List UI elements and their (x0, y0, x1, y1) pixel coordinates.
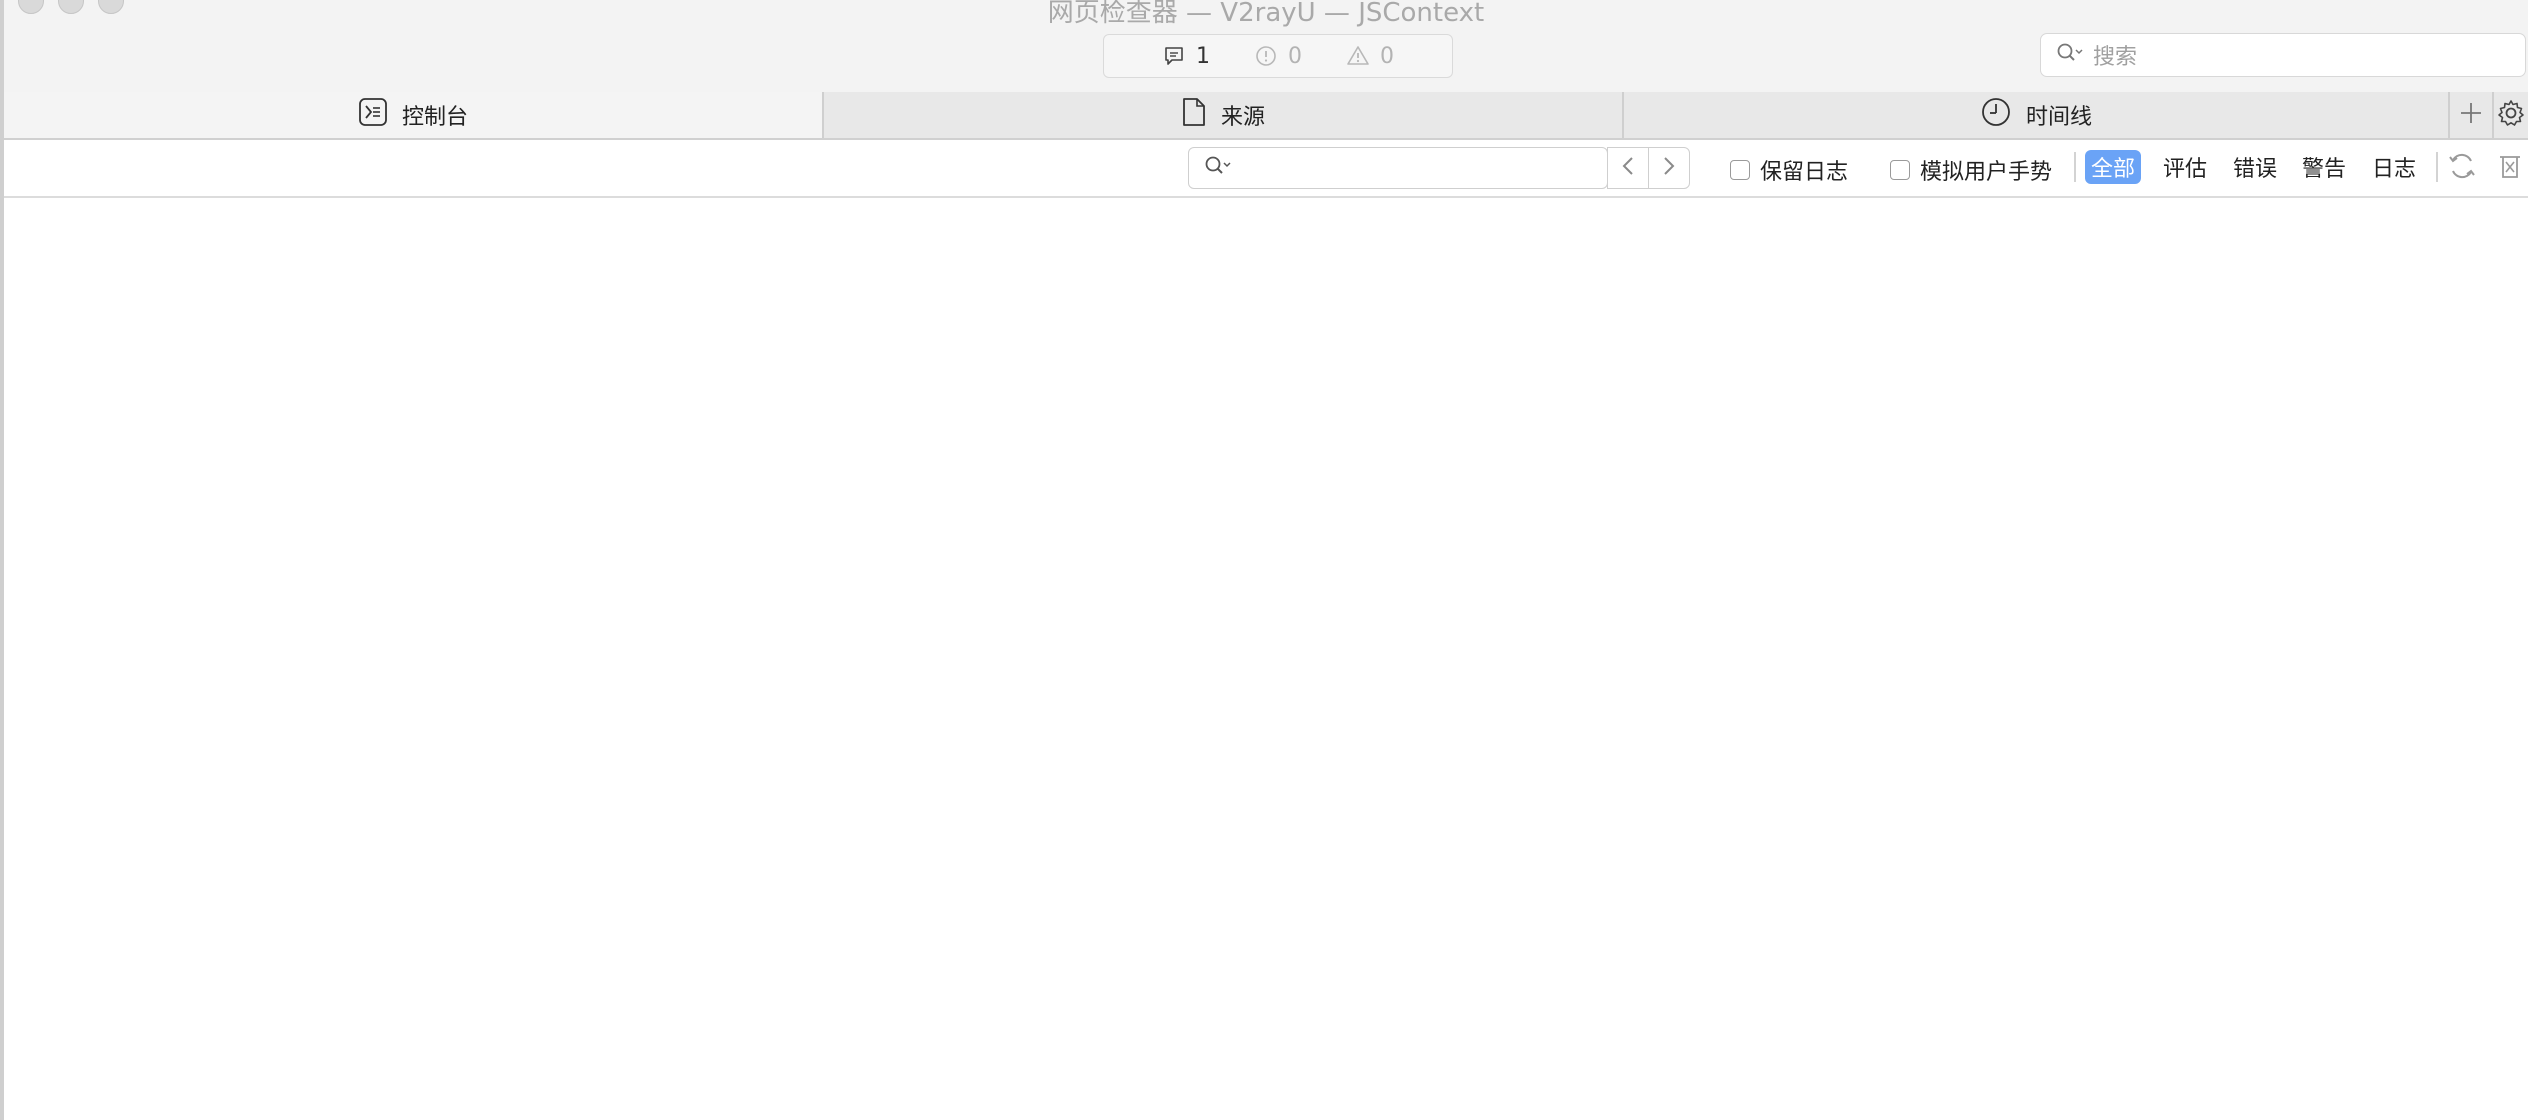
search-placeholder: 搜索 (2093, 45, 2138, 70)
preserve-log-checkbox[interactable] (1730, 160, 1750, 180)
preserve-log-label: 保留日志 (1760, 160, 1849, 185)
document-icon (1181, 97, 1207, 133)
level-evaluations-button[interactable]: 评估 (2157, 150, 2213, 184)
preserve-log-option[interactable]: 保留日志 (1730, 154, 1848, 186)
emulate-gesture-checkbox[interactable] (1890, 160, 1910, 180)
warning-counter[interactable]: 0 (1346, 44, 1394, 69)
tab-sources-label: 来源 (1220, 105, 1265, 130)
emulate-gesture-label: 模拟用户手势 (1920, 160, 2053, 185)
gear-icon (2496, 98, 2526, 132)
plus-icon (2458, 100, 2484, 130)
next-result-button[interactable] (1648, 147, 1690, 189)
tab-console-label: 控制台 (401, 105, 468, 130)
level-all-button[interactable]: 全部 (2085, 150, 2142, 184)
chevron-left-icon (1620, 155, 1636, 181)
console-output-area[interactable] (4, 198, 2528, 1120)
tab-sources[interactable]: 来源 (824, 92, 1624, 138)
window-title: 网页检查器 — V2rayU — JSContext (1047, 0, 1485, 28)
level-warnings-button[interactable]: 警告 (2296, 150, 2352, 184)
filter-search-icon (1203, 154, 1233, 182)
inspector-search-field[interactable]: 搜索 (2040, 33, 2526, 77)
reload-button[interactable] (2446, 152, 2478, 184)
emulate-gesture-option[interactable]: 模拟用户手势 (1890, 154, 2052, 186)
error-count: 0 (1288, 43, 1302, 69)
tab-timelines[interactable]: 时间线 (1624, 92, 2450, 138)
toolbar-divider (2074, 152, 2076, 182)
search-icon (2055, 41, 2085, 69)
level-errors-button[interactable]: 错误 (2227, 150, 2283, 184)
add-tab-button[interactable] (2450, 92, 2494, 138)
trash-icon (2497, 152, 2523, 184)
title-bar: 网页检查器 — V2rayU — JSContext 1 0 0 搜索 (4, 0, 2528, 94)
warning-count: 0 (1380, 43, 1394, 69)
message-counter[interactable]: 1 (1162, 44, 1210, 69)
tab-bar: 控制台 来源 时间线 (4, 92, 2528, 140)
chevron-right-icon (1661, 155, 1677, 181)
refresh-icon (2446, 150, 2478, 186)
web-inspector-window: 网页检查器 — V2rayU — JSContext 1 0 0 搜索 控制台 … (0, 0, 2528, 1120)
message-icon (1162, 44, 1186, 68)
toolbar-divider-2 (2436, 152, 2438, 182)
settings-button[interactable] (2494, 92, 2528, 138)
console-filter-field[interactable] (1188, 147, 1608, 189)
console-icon (358, 97, 388, 133)
clock-icon (1980, 96, 2012, 134)
tab-console[interactable]: 控制台 (4, 92, 824, 138)
warning-icon (1346, 44, 1370, 68)
message-counters[interactable]: 1 0 0 (1103, 34, 1453, 78)
error-icon (1254, 44, 1278, 68)
tab-timelines-label: 时间线 (2025, 105, 2092, 130)
error-counter[interactable]: 0 (1254, 44, 1302, 69)
clear-log-button[interactable] (2494, 152, 2526, 184)
console-toolbar: 保留日志 模拟用户手势 全部 评估 错误 警告 日志 (4, 140, 2528, 198)
message-count: 1 (1196, 43, 1210, 69)
previous-result-button[interactable] (1607, 147, 1649, 189)
level-logs-button[interactable]: 日志 (2366, 150, 2422, 184)
